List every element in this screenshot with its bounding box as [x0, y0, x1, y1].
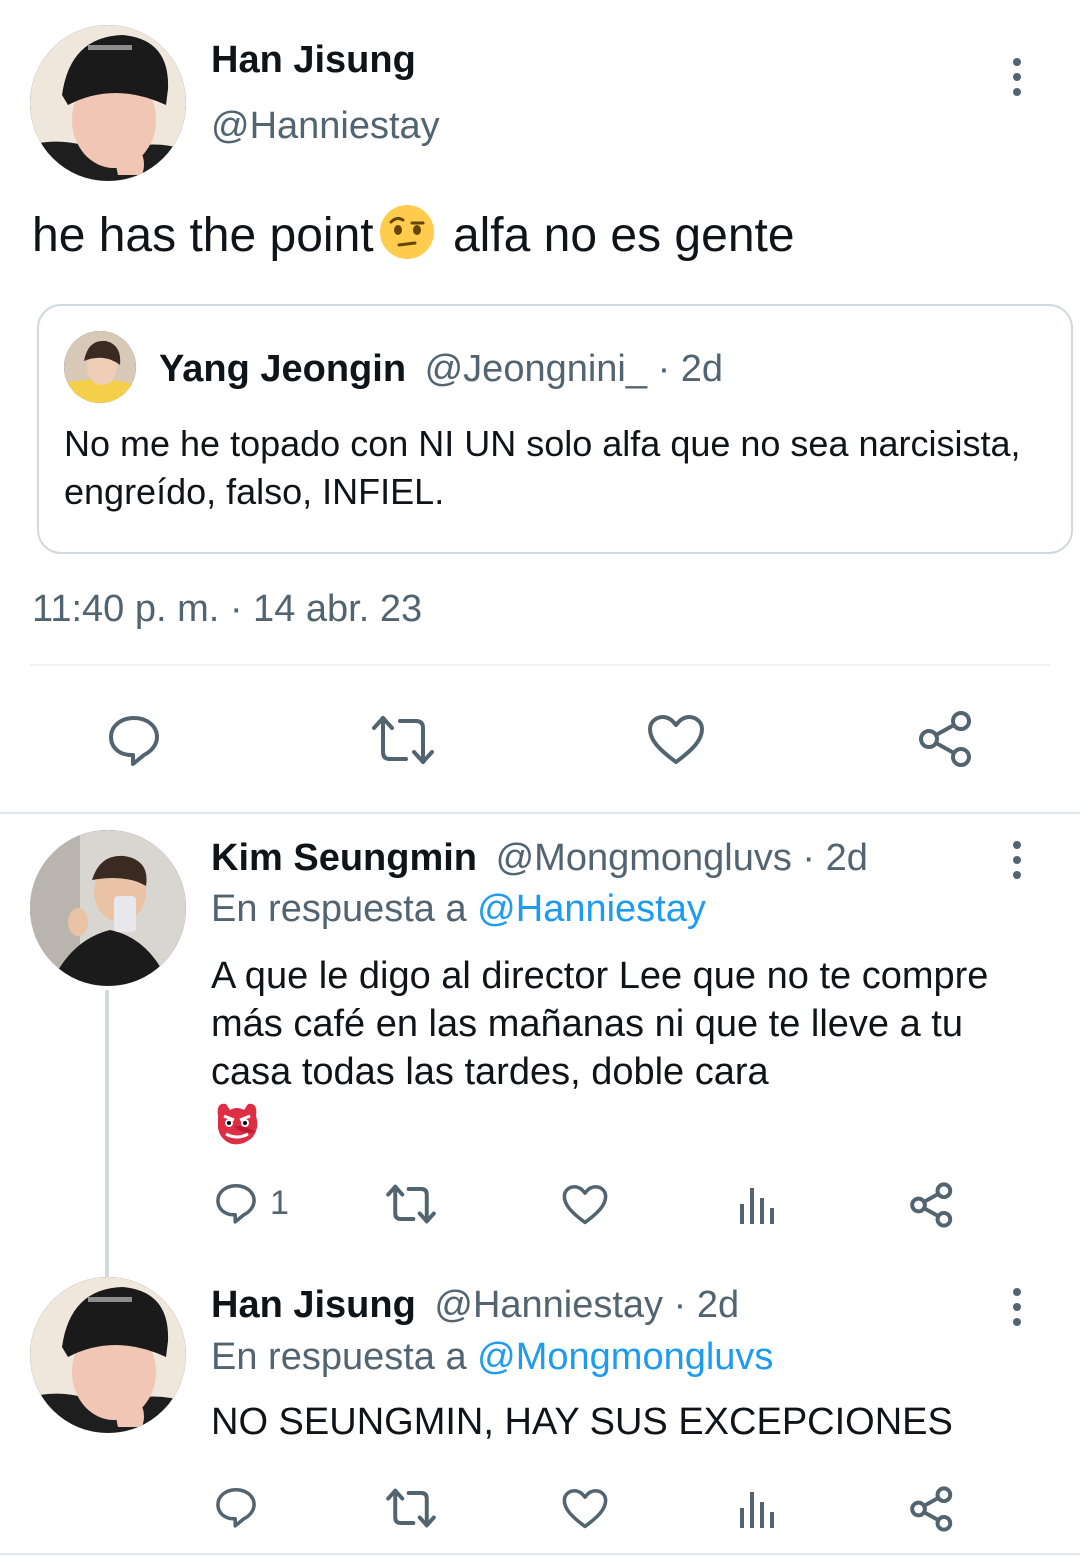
- reply-1-context: En respuesta a @Hanniestay: [211, 888, 706, 931]
- reply-2-context: En respuesta a @Mongmongluvs: [211, 1336, 773, 1379]
- timestamp-divider: [30, 664, 1050, 666]
- like-icon[interactable]: [562, 1184, 608, 1226]
- analytics-icon[interactable]: [738, 1488, 778, 1530]
- reply-2-context-prefix: En respuesta a: [211, 1336, 478, 1378]
- like-icon[interactable]: [562, 1488, 608, 1530]
- thread-line: [105, 990, 109, 1277]
- reply-1-author-name[interactable]: Kim Seungmin: [211, 837, 477, 879]
- reply-1-time: · 2d: [802, 837, 868, 879]
- quote-tweet-author-handle[interactable]: @Jeongnini_: [425, 348, 647, 390]
- reply-2-author-handle[interactable]: @Hanniestay: [434, 1284, 663, 1326]
- main-tweet-avatar[interactable]: [30, 25, 186, 181]
- goblin-icon: [212, 1098, 262, 1151]
- like-icon[interactable]: [647, 714, 705, 766]
- reply-1-context-prefix: En respuesta a: [211, 888, 478, 930]
- bottom-divider: [0, 1553, 1080, 1555]
- reply-2-header: Han Jisung @Hanniestay · 2d: [211, 1284, 739, 1327]
- quote-tweet-card[interactable]: Yang Jeongin @Jeongnini_ · 2d No me he t…: [37, 304, 1073, 554]
- main-tweet-timestamp[interactable]: 11:40 p. m. · 14 abr. 23: [32, 588, 422, 631]
- reply-1-reply-count: 1: [270, 1184, 289, 1222]
- main-tweet-text-start: he has the point: [32, 209, 374, 262]
- reply-2-avatar[interactable]: [30, 1277, 186, 1433]
- reply-icon[interactable]: [214, 1181, 258, 1225]
- main-tweet-text-end: alfa no es gente: [439, 209, 795, 262]
- quote-tweet-time: · 2d: [657, 348, 724, 390]
- analytics-icon[interactable]: [738, 1184, 778, 1226]
- reply-1-text: A que le digo al director Lee que no te …: [211, 955, 989, 1093]
- main-tweet-author-name[interactable]: Han Jisung: [211, 39, 416, 82]
- reply-2-text: NO SEUNGMIN, HAY SUS EXCEPCIONES: [211, 1401, 953, 1443]
- reply-2-author-name[interactable]: Han Jisung: [211, 1284, 416, 1326]
- section-divider: [0, 812, 1080, 814]
- reply-icon[interactable]: [214, 1485, 258, 1529]
- reply-1-author-handle[interactable]: @Mongmongluvs: [496, 837, 792, 879]
- more-icon[interactable]: [1007, 1288, 1027, 1326]
- quote-tweet-text: No me he topado con NI UN solo alfa que …: [64, 423, 1021, 512]
- retweet-icon[interactable]: [370, 714, 436, 766]
- more-icon[interactable]: [1007, 841, 1027, 879]
- face-with-raised-eyebrow-icon: [378, 203, 436, 261]
- retweet-icon[interactable]: [385, 1183, 437, 1225]
- share-icon[interactable]: [909, 1182, 955, 1228]
- main-tweet-author-handle[interactable]: @Hanniestay: [211, 105, 440, 148]
- main-tweet-text: he has the point alfa no es gente: [32, 205, 795, 267]
- reply-2-time: · 2d: [673, 1284, 740, 1326]
- reply-2-mention[interactable]: @Mongmongluvs: [477, 1336, 773, 1378]
- quote-tweet-author-name[interactable]: Yang Jeongin: [159, 348, 406, 390]
- reply-1-header: Kim Seungmin @Mongmongluvs · 2d: [211, 837, 868, 880]
- quote-tweet-avatar[interactable]: [64, 331, 136, 403]
- quote-tweet-header: Yang Jeongin @Jeongnini_ · 2d: [159, 348, 723, 391]
- more-icon[interactable]: [1007, 58, 1027, 96]
- share-icon[interactable]: [917, 710, 975, 768]
- retweet-icon[interactable]: [385, 1487, 437, 1529]
- reply-icon[interactable]: [106, 712, 162, 768]
- reply-1-mention[interactable]: @Hanniestay: [477, 888, 706, 930]
- reply-1-avatar[interactable]: [30, 830, 186, 986]
- share-icon[interactable]: [909, 1486, 955, 1532]
